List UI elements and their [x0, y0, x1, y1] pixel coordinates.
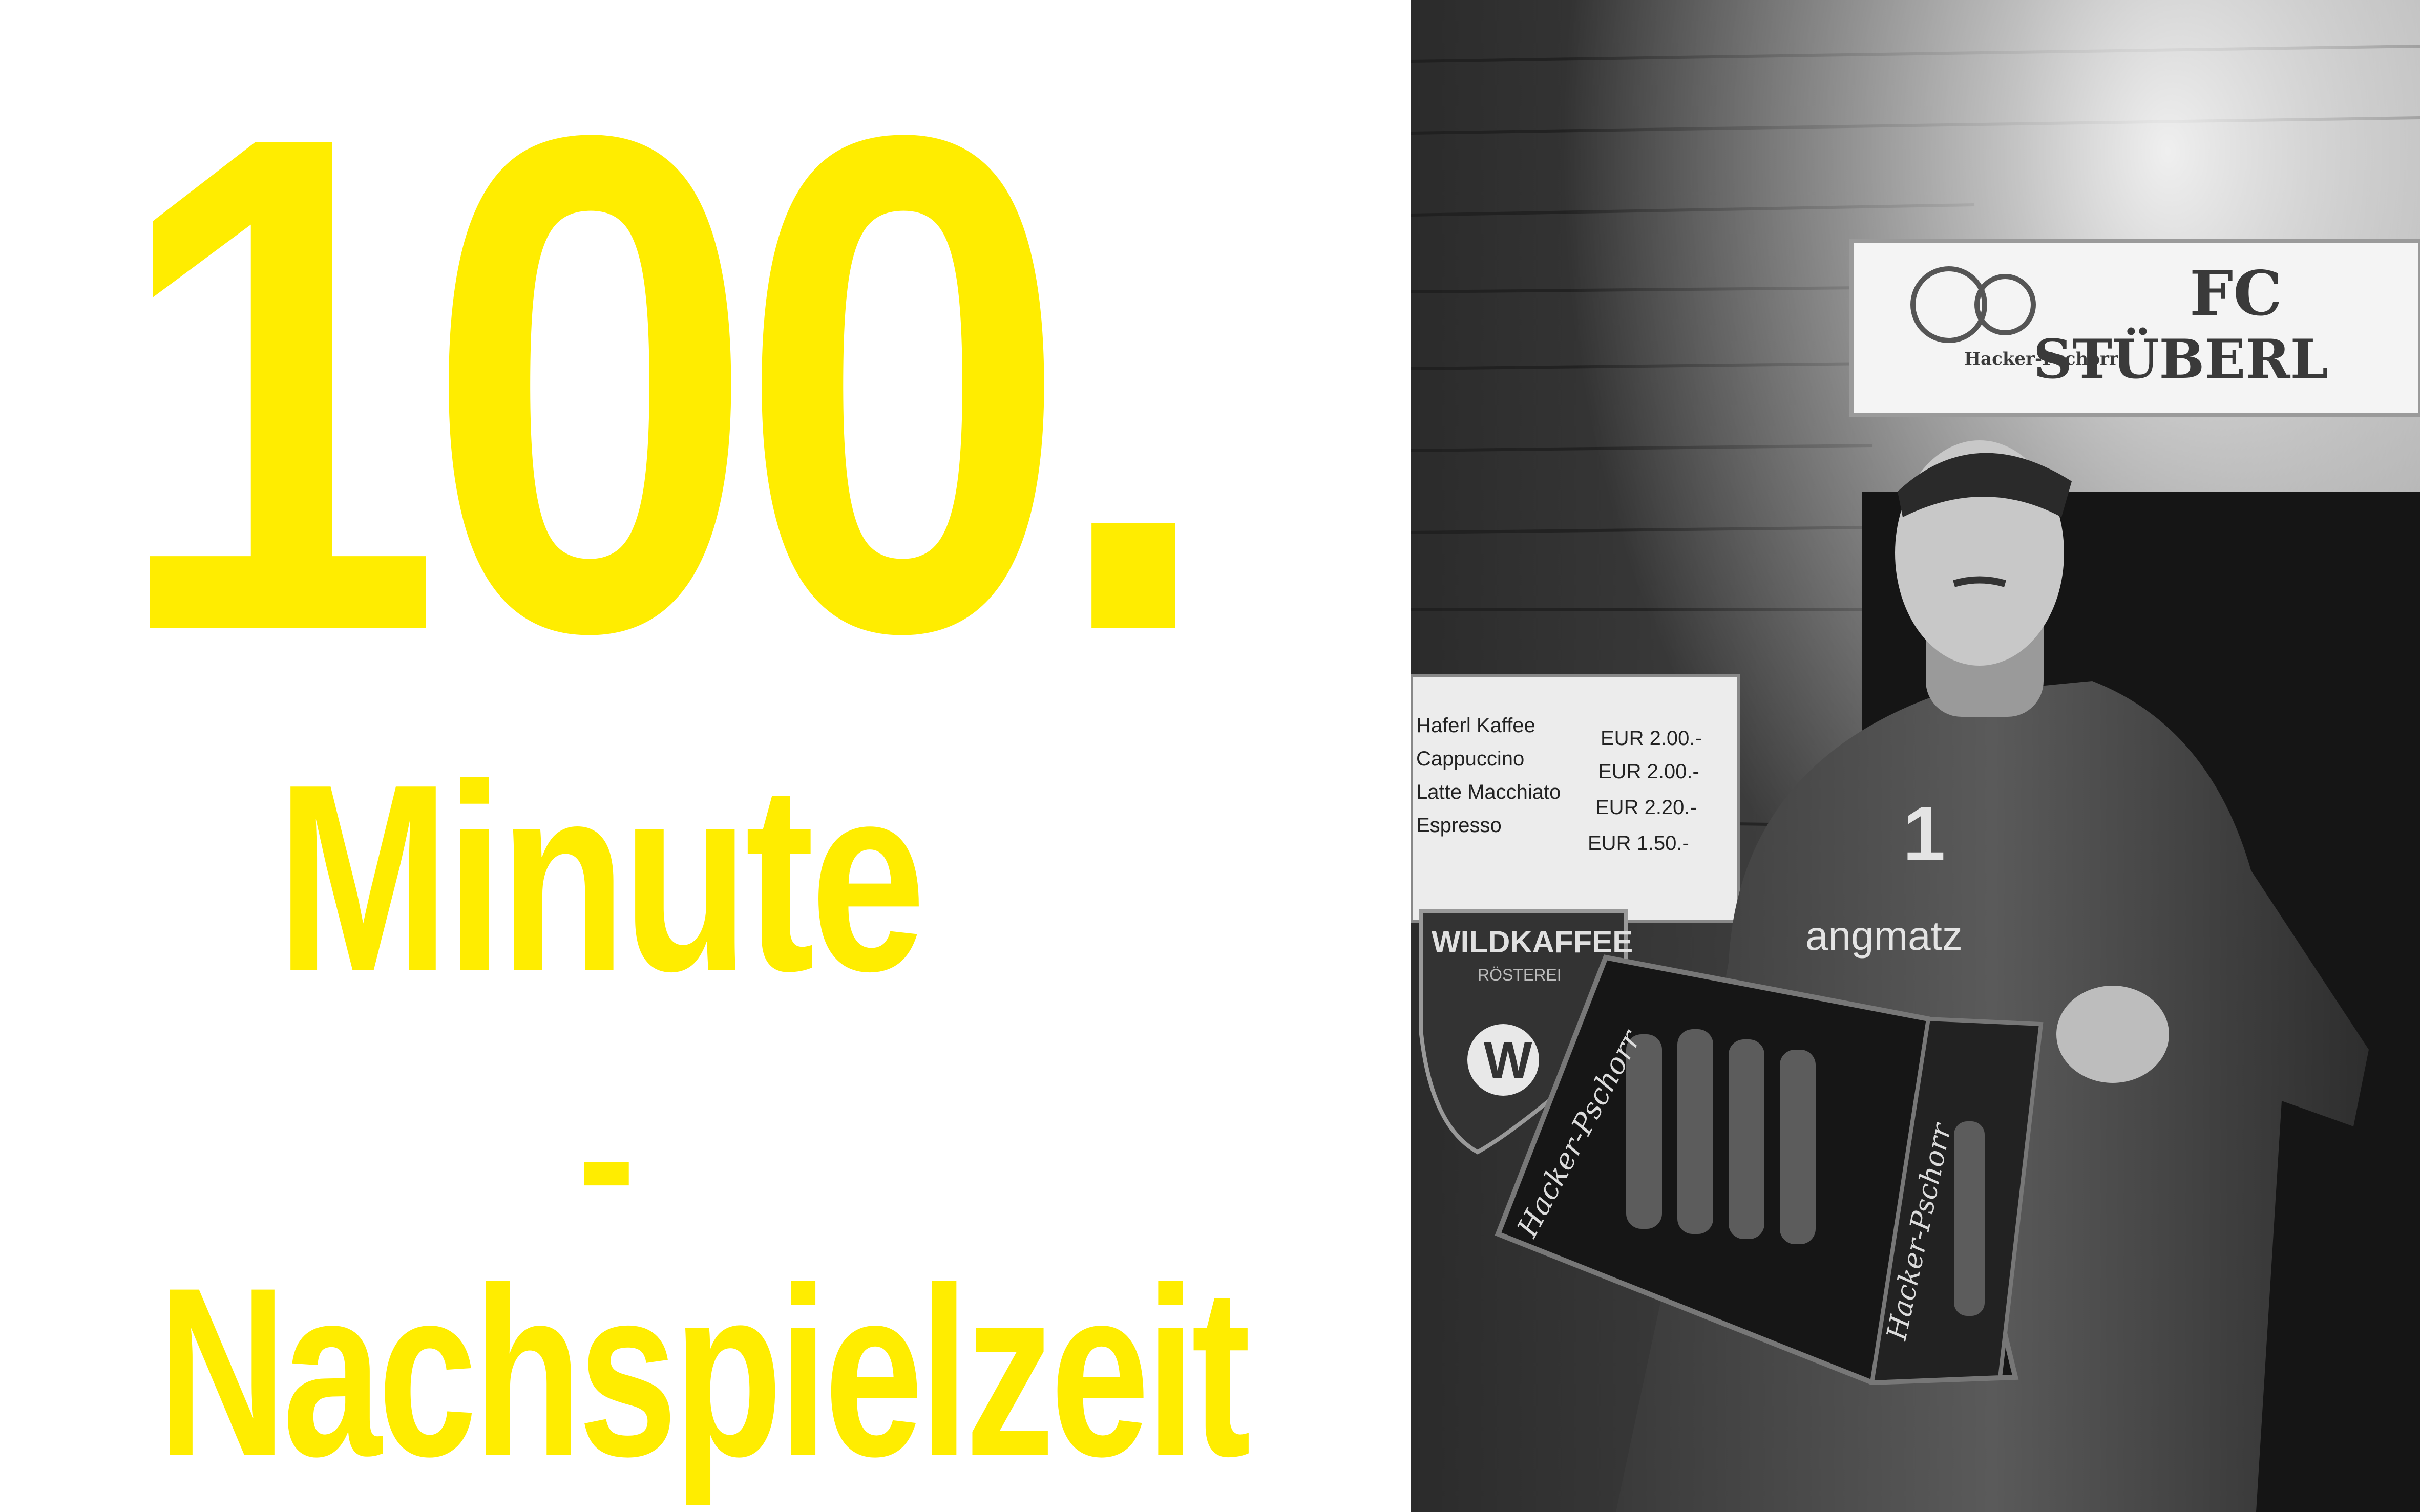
headline-number: 100. — [112, 0, 1216, 778]
jersey-number: 1 — [1903, 791, 1945, 877]
headline-dash: - — [577, 1048, 636, 1266]
headline-subtitle: Nachspielzeit — [158, 1238, 1251, 1506]
price-board: Haferl Kaffee EUR 2.00.- Cappuccino EUR … — [1411, 674, 1740, 923]
jersey-sponsor: angmatz — [1805, 913, 1963, 959]
photo-illustration: Hacker-Pschorr FC STÜBERL Haferl Kaffee … — [1411, 0, 2420, 1512]
stueberl-sign: Hacker-Pschorr FC STÜBERL — [1849, 239, 2420, 417]
poster-logo-letter: W — [1484, 1032, 1532, 1089]
sign-line2: STÜBERL — [2033, 327, 2328, 391]
menu-item-3: Latte Macchiato — [1416, 781, 1561, 803]
menu-item-2: Cappuccino — [1416, 748, 1524, 770]
headline-panel: 100. Minute - Nachspielzeit — [0, 0, 1411, 1512]
poster-title: WILDKAFFEE — [1432, 925, 1633, 959]
poster-subtitle: RÖSTEREI — [1478, 966, 1562, 984]
player-photo: Hacker-Pschorr FC STÜBERL Haferl Kaffee … — [1411, 0, 2420, 1512]
menu-price-1: EUR 2.00.- — [1601, 727, 1702, 750]
sign-line1: FC — [2190, 258, 2282, 330]
menu-price-2: EUR 2.00.- — [1598, 760, 1699, 783]
menu-price-3: EUR 2.20.- — [1595, 796, 1697, 819]
headline-word: Minute — [277, 729, 926, 1027]
menu-item-1: Haferl Kaffee — [1416, 714, 1535, 737]
menu-price-4: EUR 1.50.- — [1588, 832, 1689, 855]
menu-item-4: Espresso — [1416, 814, 1502, 837]
